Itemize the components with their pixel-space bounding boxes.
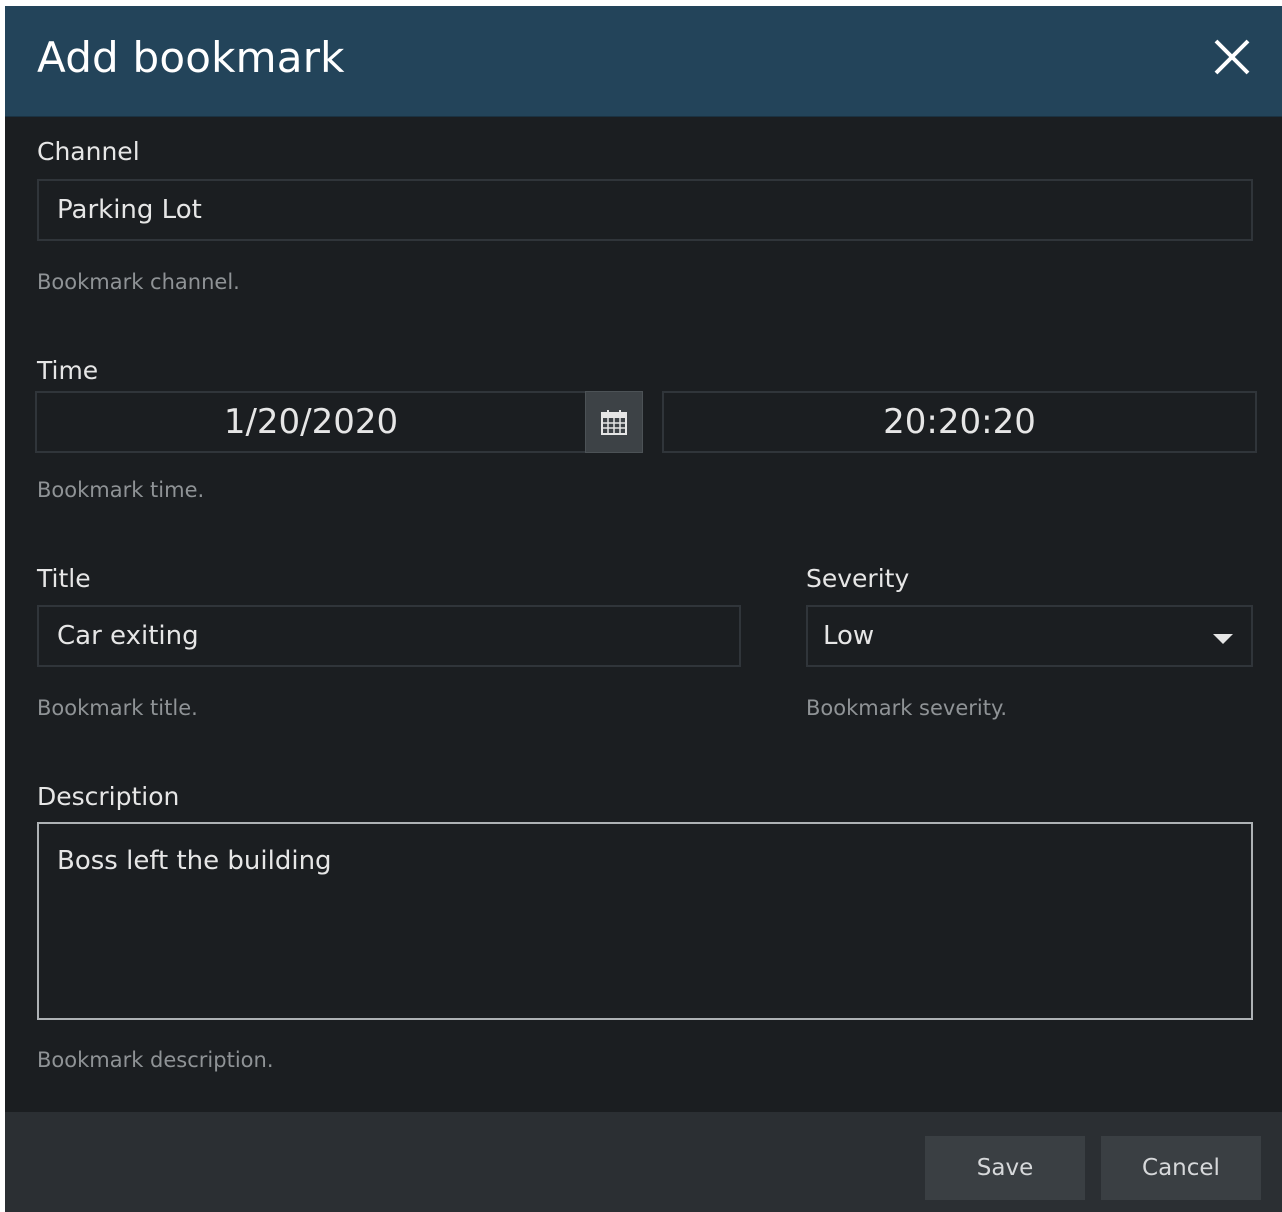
- cancel-button[interactable]: Cancel: [1101, 1136, 1261, 1200]
- severity-hint: Bookmark severity.: [806, 696, 1008, 720]
- dialog-header: Add bookmark: [5, 6, 1282, 117]
- channel-hint: Bookmark channel.: [37, 270, 240, 294]
- description-label: Description: [37, 782, 180, 811]
- time-hint: Bookmark time.: [37, 478, 205, 502]
- date-field[interactable]: 1/20/2020: [35, 391, 587, 453]
- add-bookmark-dialog: Add bookmark Channel Parking Lot Bookmar…: [5, 6, 1282, 1212]
- channel-field[interactable]: Parking Lot: [37, 179, 1253, 241]
- severity-value: Low: [823, 621, 875, 651]
- calendar-icon: [601, 410, 627, 435]
- time-label: Time: [37, 356, 99, 385]
- dialog-footer: [5, 1112, 1282, 1212]
- time-value: 20:20:20: [883, 402, 1036, 442]
- title-field[interactable]: Car exiting: [37, 605, 741, 667]
- channel-value: Parking Lot: [57, 195, 202, 225]
- calendar-button[interactable]: [585, 391, 643, 453]
- description-hint: Bookmark description.: [37, 1048, 274, 1072]
- channel-label: Channel: [37, 137, 140, 166]
- title-hint: Bookmark title.: [37, 696, 198, 720]
- title-label: Title: [37, 564, 91, 593]
- severity-select[interactable]: Low: [806, 605, 1253, 667]
- description-textarea[interactable]: Boss left the building: [37, 822, 1253, 1020]
- close-icon[interactable]: [1213, 38, 1261, 86]
- dialog-title: Add bookmark: [37, 33, 345, 82]
- save-button[interactable]: Save: [925, 1136, 1085, 1200]
- severity-label: Severity: [806, 564, 910, 593]
- date-value: 1/20/2020: [223, 402, 399, 442]
- description-value: Boss left the building: [57, 846, 332, 876]
- caret-down-icon[interactable]: [1213, 634, 1233, 644]
- time-field[interactable]: 20:20:20: [662, 391, 1257, 453]
- title-value: Car exiting: [57, 621, 199, 651]
